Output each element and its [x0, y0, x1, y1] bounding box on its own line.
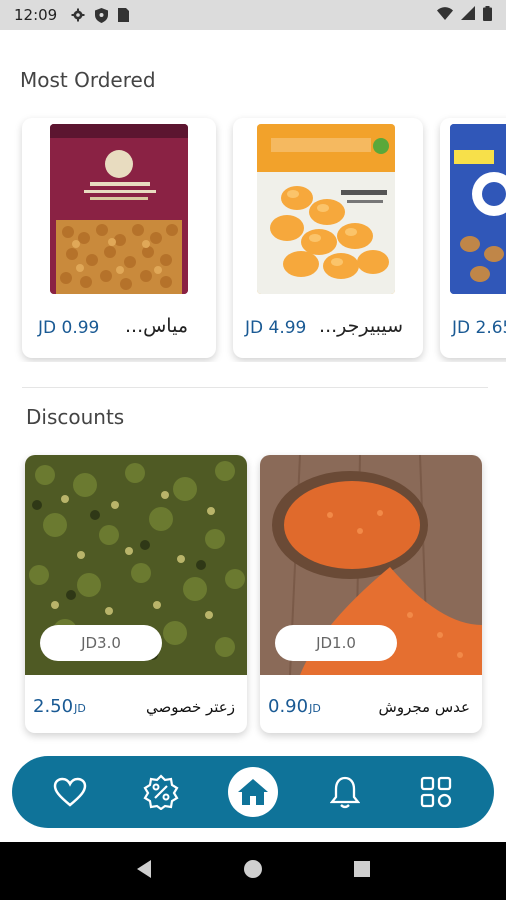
battery-icon [483, 5, 492, 25]
wifi-icon [437, 6, 453, 24]
shield-icon [95, 7, 109, 23]
discount-card[interactable]: JD3.0 2.50JD زعتر خصوصي [25, 455, 247, 733]
product-name: مياس... [124, 315, 188, 337]
product-card[interactable]: JD 2.65 [440, 118, 506, 358]
discount-name: زعتر خصوصي [145, 698, 235, 716]
gear-icon [71, 8, 85, 22]
discount-card[interactable]: JD1.0 0.90JD عدس مجروش [260, 455, 482, 733]
signal-icon [461, 6, 475, 24]
product-image [257, 124, 395, 294]
discount-name: عدس مجروش [378, 698, 470, 716]
product-price: JD 0.99 [38, 318, 100, 338]
heart-icon[interactable] [45, 767, 95, 817]
product-image [50, 124, 188, 294]
status-time: 12:09 [14, 6, 58, 24]
recents-icon[interactable] [353, 860, 371, 882]
product-card[interactable]: JD 0.99 مياس... [22, 118, 216, 358]
product-name: سيبيرجر... [319, 315, 403, 337]
discounts-title: Discounts [26, 405, 125, 429]
product-price: JD 4.99 [245, 318, 307, 338]
most-ordered-title: Most Ordered [20, 68, 156, 92]
system-navigation-bar [0, 842, 506, 900]
home-button-icon[interactable] [243, 859, 263, 883]
home-icon[interactable] [227, 767, 278, 817]
most-ordered-list[interactable]: JD 0.99 مياس... JD 4.99 سيبيرجر... JD 2.… [0, 112, 506, 362]
grid-icon[interactable] [411, 767, 461, 817]
section-divider [22, 387, 488, 388]
bottom-nav [12, 756, 494, 828]
status-bar: 12:09 [0, 0, 506, 30]
sim-card-icon [118, 8, 130, 22]
old-price-pill: JD1.0 [275, 625, 397, 661]
discount-price: 0.90JD [268, 696, 321, 717]
old-price-pill: JD3.0 [40, 625, 162, 661]
discount-price: 2.50JD [33, 696, 86, 717]
product-card[interactable]: JD 4.99 سيبيرجر... [233, 118, 423, 358]
bell-icon[interactable] [320, 767, 370, 817]
product-image [450, 124, 506, 294]
back-icon[interactable] [135, 859, 153, 883]
discount-badge-icon[interactable] [136, 767, 186, 817]
product-price: JD 2.65 [452, 318, 506, 338]
